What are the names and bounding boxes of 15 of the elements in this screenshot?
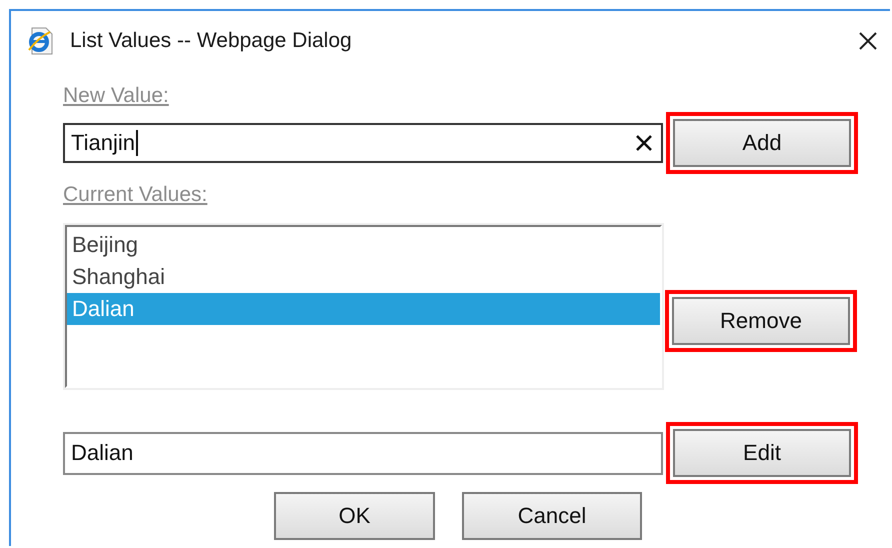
close-icon[interactable]	[858, 31, 878, 51]
dialog-button[interactable]: Cancel	[462, 492, 642, 540]
list-item[interactable]: Shanghai	[67, 261, 660, 293]
field-label: New Value:	[63, 84, 169, 107]
edit-field[interactable]: Dalian	[63, 432, 663, 474]
new-value-field[interactable]: Tianjin	[63, 123, 663, 163]
list-item[interactable]: Beijing	[67, 229, 660, 261]
remove-button[interactable]: Remove	[672, 297, 850, 345]
field-label: Current Values:	[63, 183, 208, 206]
edit-button[interactable]: Edit	[673, 429, 851, 477]
clear-icon[interactable]	[635, 134, 653, 152]
values-list[interactable]: Beijing Shanghai Dalian	[65, 225, 662, 388]
dialog-button[interactable]: OK	[274, 492, 435, 540]
window-title: List Values -- Webpage Dialog	[70, 29, 353, 53]
add-button[interactable]: Add	[673, 119, 851, 167]
